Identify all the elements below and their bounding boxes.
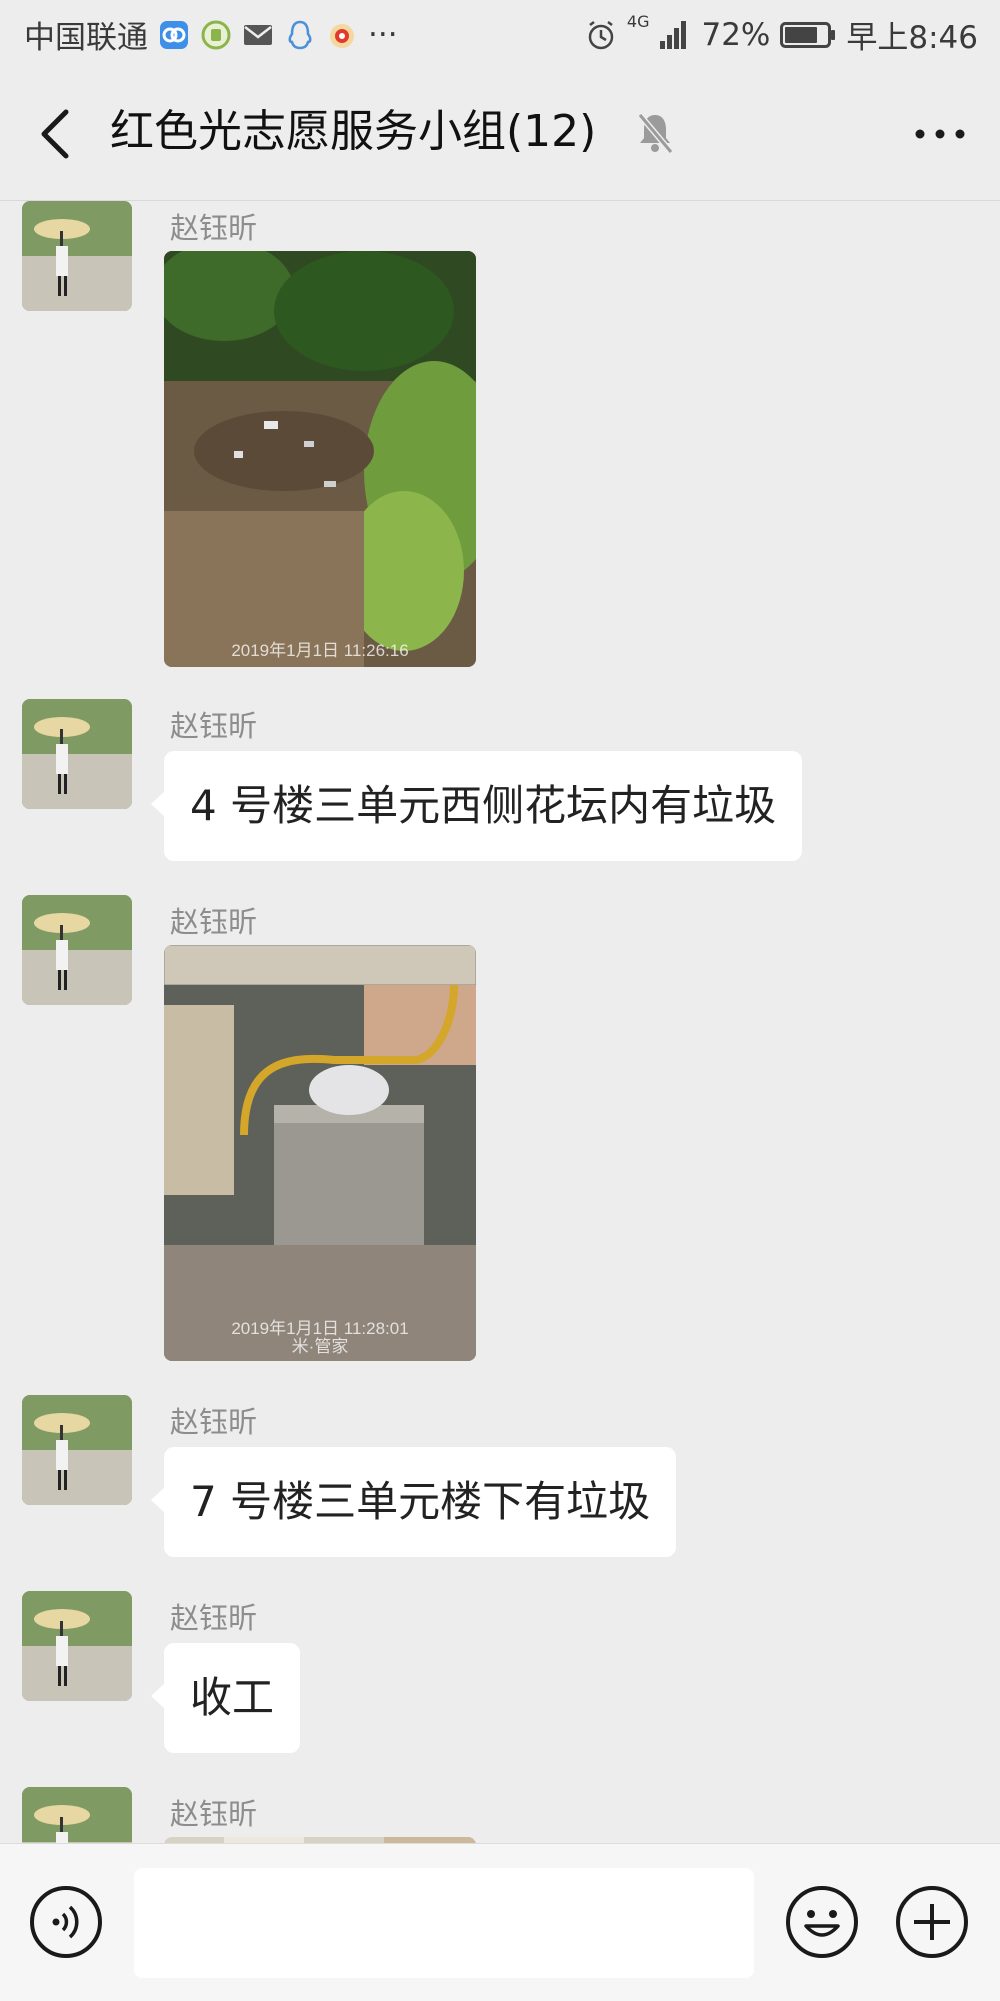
text-bubble[interactable]: 收工 [150, 1643, 301, 1753]
sender-name: 赵钰昕 [170, 709, 258, 743]
avatar[interactable] [22, 895, 132, 1005]
more-options-icon[interactable] [910, 114, 970, 154]
sender-name: 赵钰昕 [170, 1797, 258, 1831]
avatar-image [22, 1395, 132, 1505]
bell-muted-icon [637, 113, 674, 154]
avatar-image [22, 895, 132, 1005]
alarm-icon [588, 20, 614, 49]
sender-name: 赵钰昕 [170, 211, 258, 245]
signal-icon [660, 20, 687, 49]
photo-watermark: 米·管家 [291, 1337, 349, 1356]
photo-timestamp: 2019年1月1日 11:26:16 [231, 641, 409, 660]
status-bar: 中国联通 ··· 4G 72% 早上8:46 [0, 0, 1000, 66]
avatar[interactable] [22, 1591, 132, 1701]
input-bar [0, 1843, 1000, 2001]
voice-icon[interactable] [28, 1884, 104, 1960]
chat-title: 红色光志愿服务小组(12) [110, 106, 597, 157]
message-input[interactable] [134, 1868, 754, 1978]
overflow-notifications: ··· [368, 16, 398, 53]
back-chevron-icon[interactable] [32, 106, 82, 162]
plus-icon[interactable] [894, 1884, 970, 1960]
sender-name: 赵钰昕 [170, 905, 258, 939]
avatar[interactable] [22, 1787, 132, 1843]
avatar-image [22, 699, 132, 809]
network-type: 4G [626, 12, 650, 31]
image-message[interactable]: 2019年1月1日 11:26:16 [164, 251, 476, 667]
message-list[interactable]: 赵钰昕 2019年1月1日 11:26:16 赵钰昕 4 号楼三单元西侧花坛内有… [0, 201, 1000, 1843]
battery-percent: 72% [701, 16, 771, 53]
avatar[interactable] [22, 699, 132, 809]
app-notification-icon [160, 20, 188, 49]
text-bubble[interactable]: 4 号楼三单元西侧花坛内有垃圾 [150, 751, 803, 861]
avatar-image [22, 1591, 132, 1701]
sender-name: 赵钰昕 [170, 1405, 258, 1439]
status-bar-left: 中国联通 ··· [24, 12, 398, 57]
clock: 早上8:46 [846, 20, 978, 56]
image-message[interactable]: 2019年1月1日 11:28:01 米·管家 [164, 945, 476, 1361]
sender-name: 赵钰昕 [170, 1601, 258, 1635]
avatar[interactable] [22, 1395, 132, 1505]
mail-icon [244, 24, 272, 45]
carrier-label: 中国联通 [24, 20, 148, 56]
garden-photo [164, 251, 476, 667]
avatar-image [22, 201, 132, 311]
avatar[interactable] [22, 201, 132, 311]
avatar-image [22, 1787, 132, 1843]
chat-header: 红色光志愿服务小组(12) [0, 66, 1000, 201]
emoji-icon[interactable] [784, 1884, 860, 1960]
app-notification-icon [201, 20, 231, 49]
trash-on-block-photo [164, 945, 476, 1361]
battery-icon [780, 21, 836, 48]
text-bubble[interactable]: 7 号楼三单元楼下有垃圾 [150, 1447, 677, 1557]
qq-icon [288, 20, 312, 49]
status-bar-right: 4G 72% 早上8:46 [585, 12, 978, 57]
weibo-icon [330, 23, 354, 48]
